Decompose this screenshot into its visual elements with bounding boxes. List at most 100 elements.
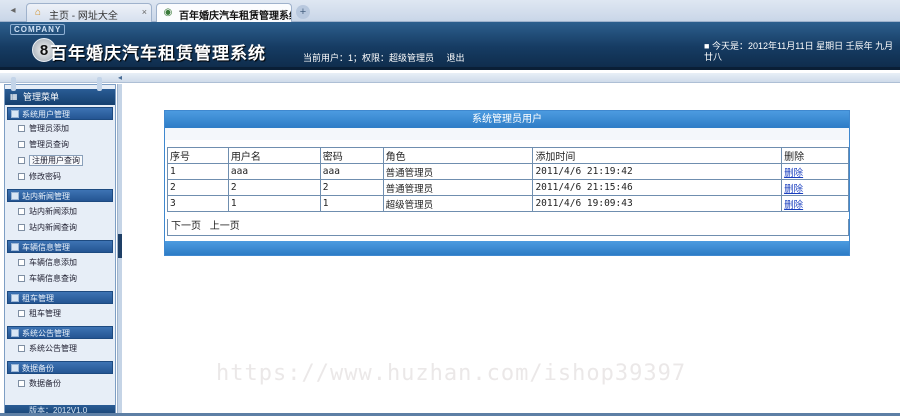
admin-user-panel: 系统管理员用户 序号 用户名 密码 角色 添加时间 删除 1 aaa aaa 普… (164, 110, 850, 256)
sidebar-item-registered-users[interactable]: 注册用户查询 (7, 153, 113, 169)
sidebar-item-query-admin[interactable]: 管理员查询 (7, 137, 113, 153)
folder-icon (11, 243, 19, 251)
close-icon[interactable]: × (282, 7, 287, 17)
sidebar-group-rental[interactable]: 租车管理 (7, 291, 113, 304)
folder-icon (11, 329, 19, 337)
doc-icon (18, 141, 25, 148)
watermark: https://www.huzhan.com/ishop39397 (216, 361, 687, 386)
sidebar-group-vehicles[interactable]: 车辆信息管理 (7, 240, 113, 253)
sidebar-item-query-vehicle[interactable]: 车辆信息查询 (7, 271, 113, 287)
sidebar-item-add-vehicle[interactable]: 车辆信息添加 (7, 255, 113, 271)
sidebar-item-add-admin[interactable]: 管理员添加 (7, 121, 113, 137)
sidebar: ▦ 管理菜单 系统用户管理 管理员添加 管理员查询 注册用户查询 修改密码 站内… (4, 77, 116, 416)
close-icon[interactable]: × (142, 7, 147, 17)
panel-title: 系统管理员用户 (165, 111, 849, 128)
back-arrow-icon[interactable]: ◂ (6, 5, 20, 18)
date-text: 今天是：2012年11月11日 星期日 壬辰年 九月廿八 (704, 41, 894, 62)
sidebar-group-users[interactable]: 系统用户管理 (7, 107, 113, 120)
page-icon: ◉ (163, 7, 173, 18)
tab-home[interactable]: ⌂ 主页 - 网址大全 × (26, 3, 152, 22)
tab-label: 百年婚庆汽车租赁管理系统 (179, 11, 292, 22)
sidebar-group-news[interactable]: 站内新闻管理 (7, 189, 113, 202)
sidebar-group-backup[interactable]: 数据备份 (7, 361, 113, 374)
user-info-text: 当前用户：1；权限：超级管理员 (303, 53, 435, 63)
browser-tab-bar: ◂ ⌂ 主页 - 网址大全 × ◉ 百年婚庆汽车租赁管理系统 × + (0, 0, 900, 22)
sidebar-group-notices[interactable]: 系统公告管理 (7, 326, 113, 339)
delete-link[interactable]: 删除 (784, 168, 803, 179)
delete-link[interactable]: 删除 (784, 184, 803, 195)
pin-icon (11, 77, 16, 91)
cell-role: 超级管理员 (382, 195, 534, 212)
cell-id: 1 (167, 163, 229, 180)
doc-icon (18, 224, 25, 231)
cell-password: aaa (319, 163, 384, 180)
collapse-handle-icon[interactable]: ◂ (118, 73, 126, 83)
panel-footer (165, 241, 849, 255)
group-label: 车辆信息管理 (22, 243, 70, 252)
cell-id: 2 (167, 179, 229, 196)
cell-username: aaa (227, 163, 321, 180)
item-label: 注册用户查询 (29, 155, 83, 166)
cell-username: 2 (227, 179, 321, 196)
folder-icon (11, 192, 19, 200)
column-header: 角色 (382, 147, 534, 164)
prev-page-link[interactable]: 上一页 (210, 221, 240, 232)
column-header: 添加时间 (532, 147, 783, 164)
table-row: 2 2 2 普通管理员 2011/4/6 21:15:46 删除 (167, 179, 849, 196)
column-header: 用户名 (227, 147, 321, 164)
cell-password: 2 (319, 179, 384, 196)
cell-role: 普通管理员 (382, 179, 534, 196)
group-label: 系统公告管理 (22, 329, 70, 338)
tab-active[interactable]: ◉ 百年婚庆汽车租赁管理系统 × (156, 3, 292, 22)
admin-table: 序号 用户名 密码 角色 添加时间 删除 1 aaa aaa 普通管理员 201… (167, 147, 849, 212)
app-header: COMPANY 8 百年婚庆汽车租赁管理系统 当前用户：1；权限：超级管理员 退… (0, 22, 900, 70)
doc-icon (18, 380, 25, 387)
company-badge: COMPANY (10, 24, 66, 35)
column-header: 序号 (167, 147, 229, 164)
doc-icon (18, 345, 25, 352)
cell-role: 普通管理员 (382, 163, 534, 180)
sidebar-item-rental[interactable]: 租车管理 (7, 306, 113, 322)
tab-label: 主页 - 网址大全 (49, 11, 118, 22)
column-header: 删除 (781, 147, 849, 164)
doc-icon (18, 310, 25, 317)
doc-icon (18, 275, 25, 282)
group-label: 数据备份 (22, 364, 54, 373)
home-icon: ⌂ (34, 7, 42, 18)
item-label: 车辆信息查询 (29, 274, 77, 283)
doc-icon (18, 125, 25, 132)
delete-link[interactable]: 删除 (784, 200, 803, 211)
item-label: 管理员查询 (29, 140, 69, 149)
new-tab-button[interactable]: + (296, 5, 310, 19)
doc-icon (18, 173, 25, 180)
item-label: 管理员添加 (29, 124, 69, 133)
cell-id: 3 (167, 195, 229, 212)
table-row: 3 1 1 超级管理员 2011/4/6 19:09:43 删除 (167, 195, 849, 212)
logout-link[interactable]: 退出 (447, 53, 465, 63)
sidebar-item-notices[interactable]: 系统公告管理 (7, 341, 113, 357)
sidebar-item-change-password[interactable]: 修改密码 (7, 169, 113, 185)
cell-time: 2011/4/6 19:09:43 (532, 195, 783, 212)
cell-time: 2011/4/6 21:15:46 (532, 179, 783, 196)
folder-icon (11, 110, 19, 118)
folder-icon (11, 294, 19, 302)
sidebar-item-add-news[interactable]: 站内新闻添加 (7, 204, 113, 220)
splitter-handle[interactable] (118, 234, 122, 258)
pagination: 下一页 上一页 (167, 219, 849, 236)
item-label: 修改密码 (29, 172, 61, 181)
sidebar-splitter[interactable] (117, 84, 122, 416)
cell-action: 删除 (781, 179, 849, 196)
panel-subheader (165, 128, 849, 140)
group-label: 系统用户管理 (22, 110, 70, 119)
group-label: 站内新闻管理 (22, 192, 70, 201)
menu-icon: ▦ (10, 92, 18, 101)
item-label: 车辆信息添加 (29, 258, 77, 267)
cell-password: 1 (319, 195, 384, 212)
sidebar-item-backup[interactable]: 数据备份 (7, 376, 113, 392)
next-page-link[interactable]: 下一页 (171, 221, 201, 232)
table-header-row: 序号 用户名 密码 角色 添加时间 删除 (167, 147, 849, 164)
cell-action: 删除 (781, 163, 849, 180)
menu-header: ▦ 管理菜单 (5, 89, 115, 105)
toolbar-strip: ◂ (0, 73, 900, 83)
sidebar-item-query-news[interactable]: 站内新闻查询 (7, 220, 113, 236)
